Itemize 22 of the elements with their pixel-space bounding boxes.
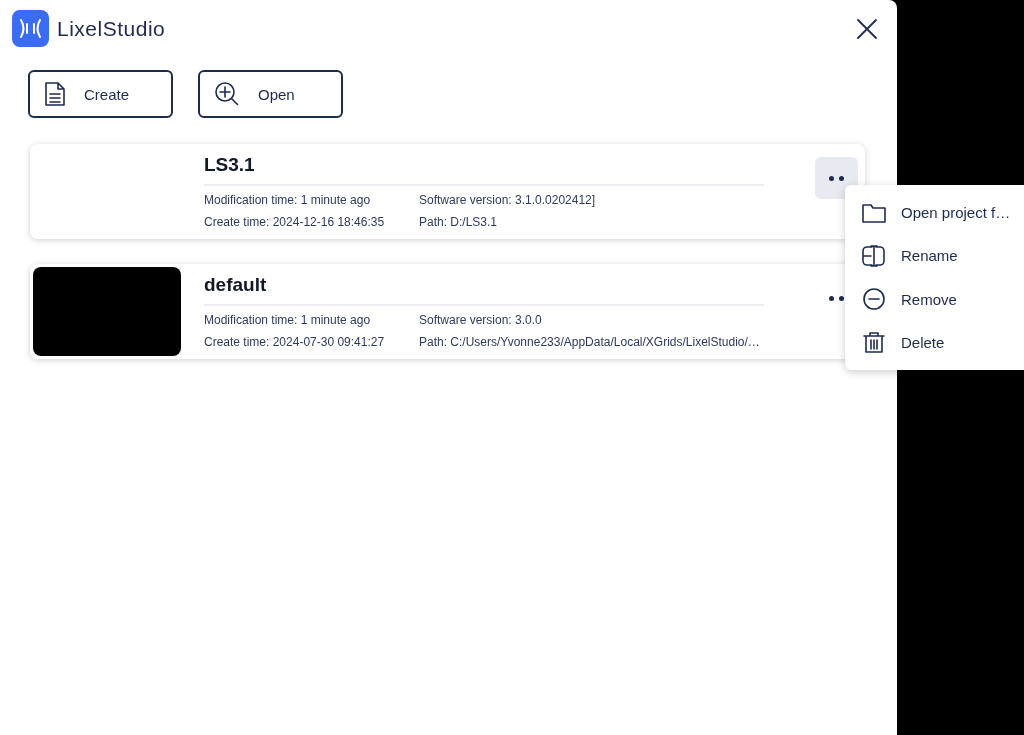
zoom-in-icon	[214, 81, 240, 107]
rename-icon	[861, 243, 887, 268]
modification-time: Modification time: 1 minute ago	[204, 193, 372, 207]
logo-icon	[12, 10, 49, 47]
close-button[interactable]	[855, 16, 879, 41]
create-time: Create time: 2024-12-16 18:46:35	[204, 215, 386, 229]
project-path: Path: C:/Users/Yvonne233/AppData/Local/XGrids/LixelStudio/…	[419, 335, 761, 349]
project-name: LS3.1	[204, 154, 764, 186]
modification-time: Modification time: 1 minute ago	[204, 313, 372, 327]
app-name: LixelStudio	[57, 16, 166, 41]
project-path: Path: D:/LS3.1	[419, 215, 499, 229]
software-version: Software version: 3.1.0.0202412]	[419, 193, 597, 207]
open-button[interactable]: Open	[198, 70, 343, 118]
remove-icon	[861, 287, 887, 312]
project-card[interactable]: LS3.1 Modification time: 1 minute ago Software version: 3.1.0.0202412] Create time: 2024-12-16 18:46:35 Path: D:/LS3.1	[30, 144, 865, 239]
software-version: Software version: 3.0.0	[419, 313, 543, 327]
create-time: Create time: 2024-07-30 09:41:27	[204, 335, 386, 349]
create-button[interactable]: Create	[28, 70, 173, 118]
project-name: default	[204, 274, 764, 306]
more-button[interactable]	[815, 157, 858, 199]
trash-icon	[861, 330, 887, 355]
document-icon	[44, 81, 66, 107]
